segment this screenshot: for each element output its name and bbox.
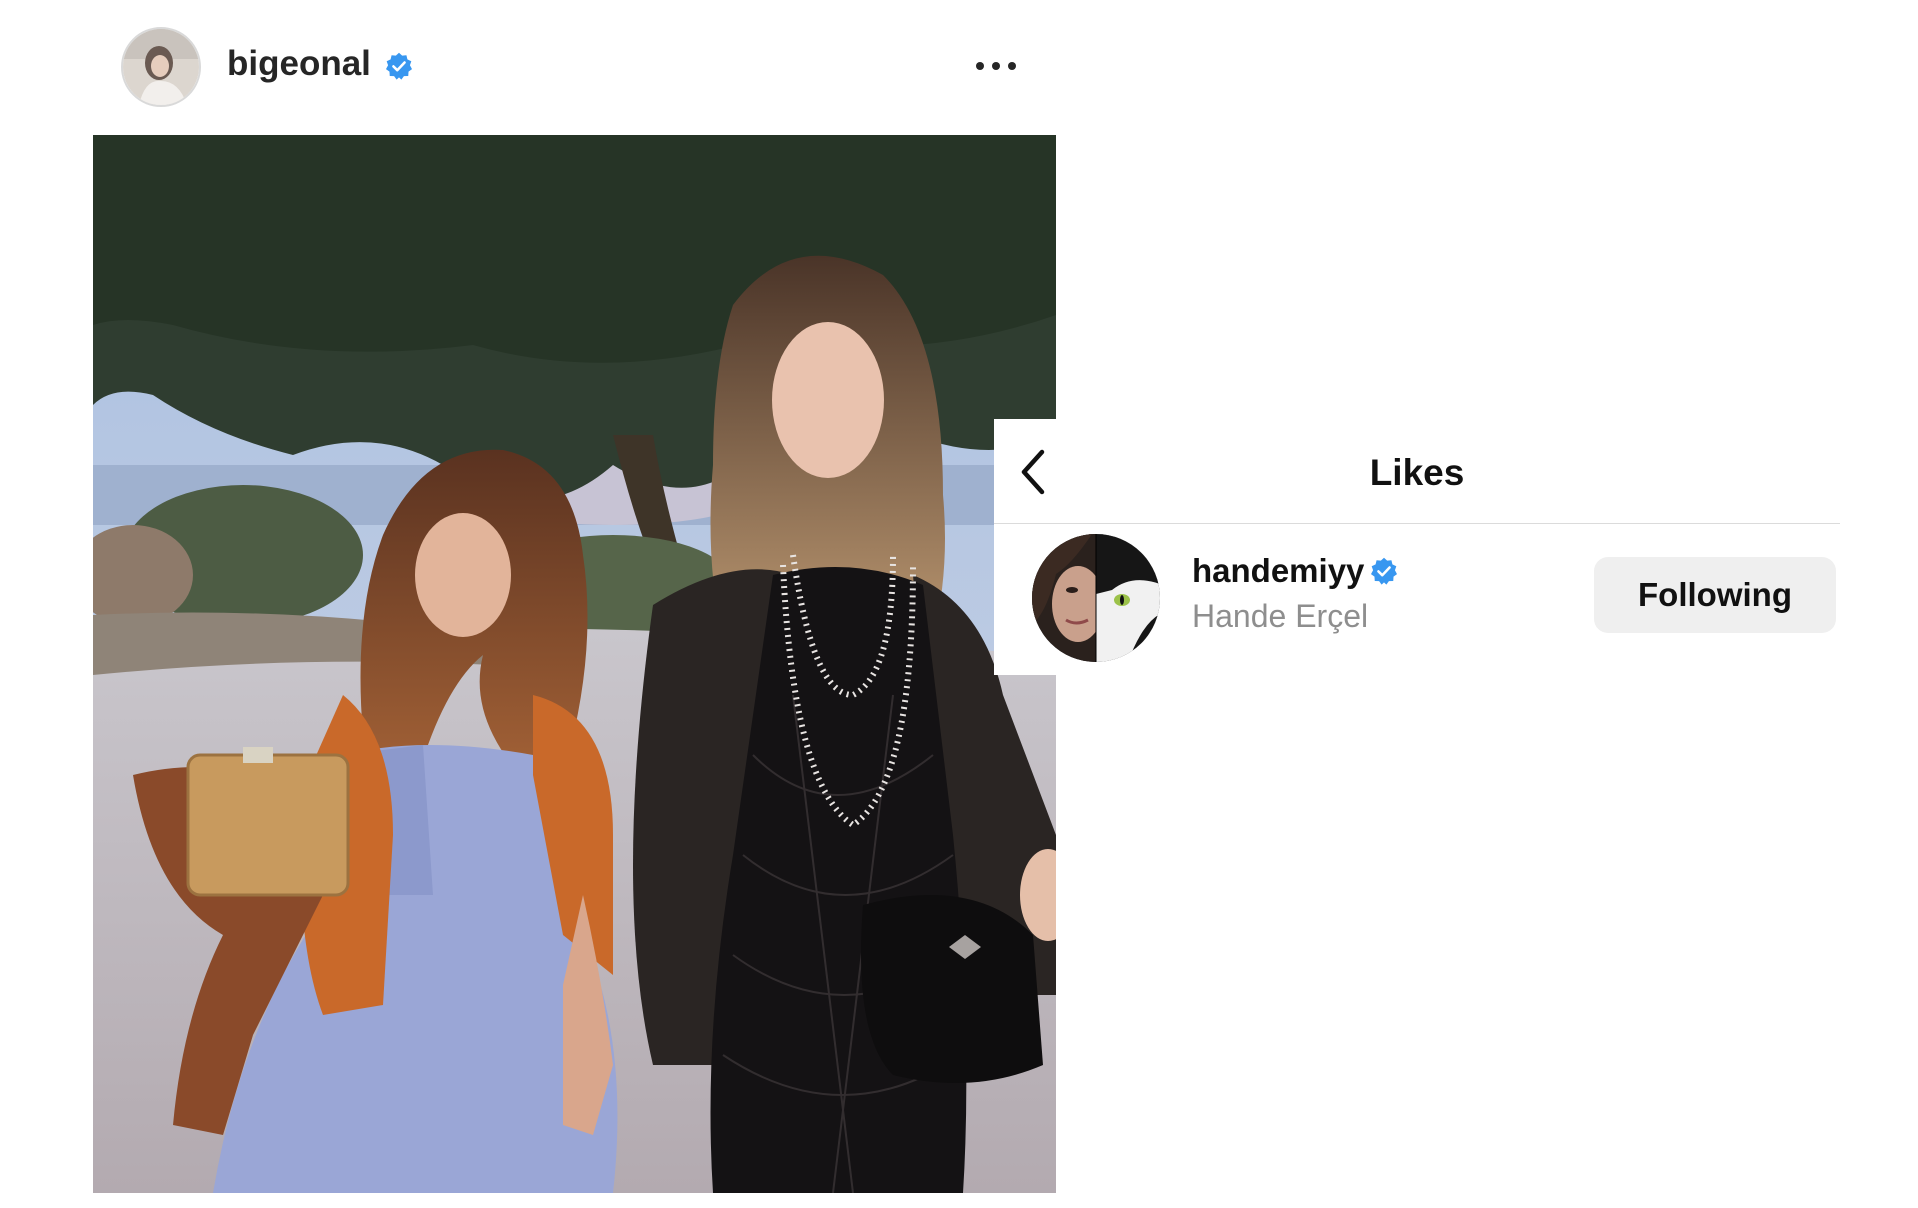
liker-row[interactable]: handemiyy Hande Erçel Following	[994, 524, 1840, 675]
likes-title: Likes	[1369, 452, 1465, 493]
more-horizontal-icon[interactable]	[976, 60, 1020, 74]
liker-full-name: Hande Erçel	[1192, 598, 1369, 634]
likes-panel: Likes handemiyy Hande Erçel Following	[994, 419, 1840, 675]
liker-username[interactable]: handemiyy	[1192, 552, 1364, 590]
following-button[interactable]: Following	[1594, 557, 1836, 633]
author-username[interactable]: bigeonal	[227, 44, 371, 84]
liker-avatar[interactable]	[1032, 534, 1160, 662]
verified-badge-icon	[1370, 557, 1398, 585]
post-photo[interactable]	[93, 135, 1056, 1193]
post-header: bigeonal	[0, 0, 1060, 130]
author-avatar[interactable]	[121, 27, 201, 107]
verified-badge-icon	[385, 52, 413, 80]
